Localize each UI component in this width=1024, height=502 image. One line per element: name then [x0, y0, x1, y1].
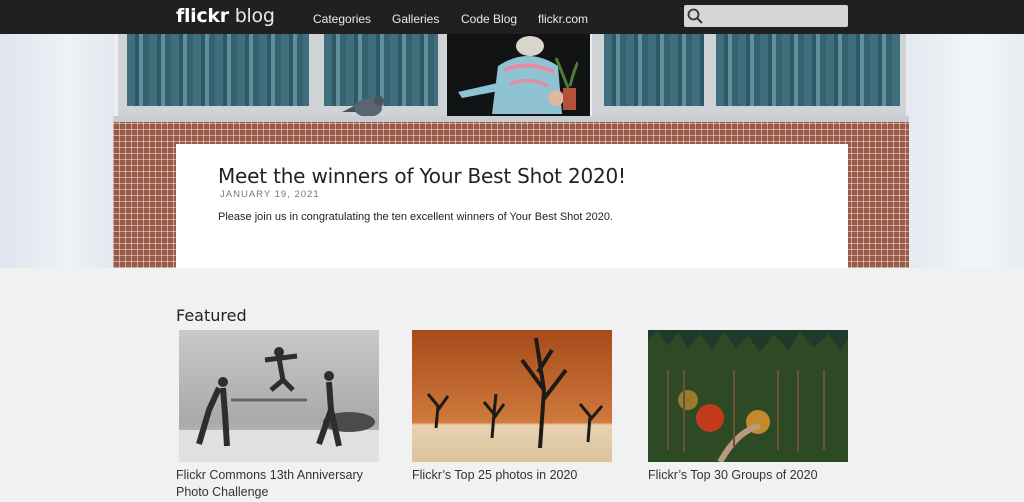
top-nav-bar: flickr blog Categories Galleries Code Blo… — [0, 0, 1024, 34]
caption-line: Flickr’s Top 25 photos in 2020 — [412, 468, 578, 482]
featured-heading: Featured — [176, 306, 247, 325]
post-excerpt: Please join us in congratulating the ten… — [218, 211, 614, 223]
nav-link-categories[interactable]: Categories — [313, 12, 371, 26]
flickr-blog-logo[interactable]: flickr blog — [176, 5, 275, 27]
search-input[interactable] — [684, 5, 848, 27]
logo-brand: flickr — [176, 5, 229, 27]
hero-wall-left — [0, 34, 114, 268]
featured-caption-top25[interactable]: Flickr’s Top 25 photos in 2020 — [412, 467, 632, 484]
hero-window-1 — [118, 34, 318, 116]
caption-line: Flickr’s Top 30 Groups of 2020 — [648, 468, 818, 482]
featured-thumb-top25[interactable] — [412, 330, 612, 462]
search-icon[interactable] — [687, 8, 703, 24]
featured-post-card: Meet the winners of Your Best Shot 2020!… — [176, 144, 848, 268]
post-date: JANUARY 19, 2021 — [220, 189, 320, 200]
hero-window-4 — [710, 34, 906, 116]
caption-line: Flickr Commons 13th Anniversary — [176, 468, 363, 482]
nav-link-galleries[interactable]: Galleries — [392, 12, 439, 26]
featured-caption-top30-groups[interactable]: Flickr’s Top 30 Groups of 2020 — [648, 467, 868, 484]
featured-thumb-commons[interactable] — [179, 330, 379, 462]
hero-woman-figure — [458, 36, 578, 114]
post-title[interactable]: Meet the winners of Your Best Shot 2020! — [218, 164, 626, 188]
caption-line: Photo Challenge — [176, 485, 269, 499]
nav-link-flickr-com[interactable]: flickr.com — [538, 12, 588, 26]
logo-section: blog — [234, 5, 275, 27]
featured-caption-commons[interactable]: Flickr Commons 13th Anniversary Photo Ch… — [176, 467, 396, 501]
hero-window-3 — [592, 34, 710, 116]
featured-thumb-top30-groups[interactable] — [648, 330, 848, 462]
hero-wall-right — [907, 34, 1024, 268]
nav-link-code-blog[interactable]: Code Blog — [461, 12, 517, 26]
